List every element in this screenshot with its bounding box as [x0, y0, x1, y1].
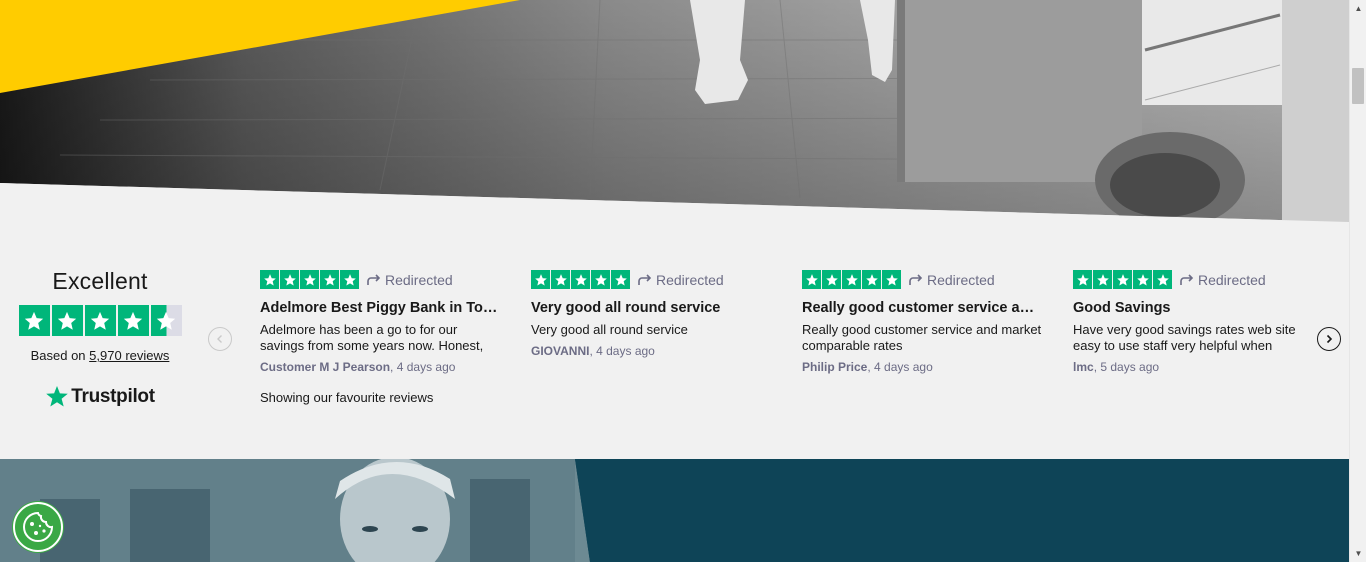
review-header: Redirected	[802, 270, 1042, 289]
redirected-label: Redirected	[1180, 272, 1266, 288]
review-header: Redirected	[1073, 270, 1313, 289]
star-icon	[1113, 270, 1132, 289]
redirected-label: Redirected	[638, 272, 724, 288]
trustpilot-brand-text: Trustpilot	[71, 386, 155, 407]
hero-photo	[0, 0, 1349, 222]
redirect-arrow-icon	[367, 273, 381, 285]
star-icon	[802, 270, 821, 289]
review-author: Philip Price	[802, 360, 868, 374]
review-age: 5 days ago	[1100, 360, 1160, 374]
star-icon	[340, 270, 359, 289]
star-icon	[551, 270, 570, 289]
review-author: lmc	[1073, 360, 1094, 374]
redirect-arrow-icon	[1180, 273, 1194, 285]
bottom-section	[0, 459, 1349, 562]
review-meta: Customer M J Pearson, 4 days ago	[260, 360, 456, 374]
rating-stars	[18, 305, 182, 336]
review-meta: lmc, 5 days ago	[1073, 360, 1160, 374]
redirect-arrow-icon	[638, 273, 652, 285]
review-text: Really good customer service and market …	[802, 322, 1042, 353]
review-author: Customer M J Pearson	[260, 360, 391, 374]
redirected-label: Redirected	[367, 272, 453, 288]
scroll-thumb[interactable]	[1352, 68, 1364, 104]
trustpilot-logo[interactable]: Trustpilot	[18, 385, 182, 409]
review-stars	[531, 270, 630, 289]
review-title: Very good all round service	[531, 300, 721, 316]
star-icon	[591, 270, 610, 289]
star-icon	[611, 270, 630, 289]
review-age: 4 days ago	[396, 360, 456, 374]
based-on-text: Based on 5,970 reviews	[18, 348, 182, 363]
trustpilot-summary: Excellent Based on 5,970 reviews Trustpi…	[18, 268, 182, 409]
cookie-icon	[23, 511, 54, 542]
review-title: Really good customer service and market …	[802, 300, 1042, 316]
star-icon	[117, 305, 149, 336]
star-icon	[822, 270, 841, 289]
review-stars	[260, 270, 359, 289]
star-icon	[1153, 270, 1172, 289]
chevron-right-icon	[1326, 334, 1333, 344]
based-on-prefix: Based on	[30, 348, 86, 363]
review-header: Redirected	[531, 270, 771, 289]
rating-word: Excellent	[52, 268, 148, 294]
showing-favourites-text: Showing our favourite reviews	[260, 390, 434, 405]
carousel-next-button[interactable]	[1317, 327, 1341, 351]
review-card[interactable]: Redirected Adelmore Best Piggy Bank in T…	[260, 270, 500, 374]
review-card[interactable]: Redirected Very good all round service V…	[531, 270, 771, 358]
redirected-text: Redirected	[1198, 271, 1266, 288]
review-meta: Philip Price, 4 days ago	[802, 360, 933, 374]
redirected-text: Redirected	[385, 271, 453, 288]
review-stars	[802, 270, 901, 289]
review-age: 4 days ago	[874, 360, 933, 374]
review-title: Adelmore Best Piggy Bank in Town	[260, 300, 500, 316]
chevron-left-icon	[217, 335, 222, 343]
star-icon	[320, 270, 339, 289]
review-card[interactable]: Redirected Really good customer service …	[802, 270, 1042, 374]
star-icon	[1093, 270, 1112, 289]
star-icon	[1133, 270, 1152, 289]
star-icon	[18, 305, 50, 336]
trustpilot-star-icon	[46, 386, 69, 407]
cookie-settings-button[interactable]	[13, 502, 63, 552]
redirect-arrow-icon	[909, 273, 923, 285]
redirected-text: Redirected	[927, 271, 995, 288]
star-icon	[280, 270, 299, 289]
star-icon	[1073, 270, 1092, 289]
reviews-count-link[interactable]: 5,970 reviews	[89, 348, 169, 363]
carousel-prev-button[interactable]	[208, 327, 232, 351]
star-icon	[260, 270, 279, 289]
star-icon	[300, 270, 319, 289]
review-meta: GIOVANNI, 4 days ago	[531, 344, 655, 358]
review-age: 4 days ago	[596, 344, 655, 358]
star-icon	[571, 270, 590, 289]
redirected-label: Redirected	[909, 272, 995, 288]
review-title: Good Savings	[1073, 300, 1171, 316]
review-card[interactable]: Redirected Good Savings Have very good s…	[1073, 270, 1313, 374]
scroll-down-arrow-icon[interactable]: ▼	[1350, 545, 1366, 562]
page-scrollbar[interactable]: ▲ ▼	[1349, 0, 1366, 562]
review-stars	[1073, 270, 1172, 289]
page: Excellent Based on 5,970 reviews Trustpi…	[0, 0, 1349, 562]
review-author: GIOVANNI	[531, 344, 590, 358]
scroll-up-arrow-icon[interactable]: ▲	[1350, 0, 1366, 17]
star-icon	[84, 305, 116, 336]
half-star-icon	[150, 305, 182, 336]
review-text: Have very good savings rates web site ea…	[1073, 322, 1296, 353]
star-icon	[842, 270, 861, 289]
star-icon	[51, 305, 83, 336]
redirected-text: Redirected	[656, 271, 724, 288]
review-text: Adelmore has been a go to for our saving…	[260, 322, 484, 353]
star-icon	[531, 270, 550, 289]
star-icon	[862, 270, 881, 289]
review-header: Redirected	[260, 270, 500, 289]
review-text: Very good all round service	[531, 322, 688, 337]
star-icon	[882, 270, 901, 289]
